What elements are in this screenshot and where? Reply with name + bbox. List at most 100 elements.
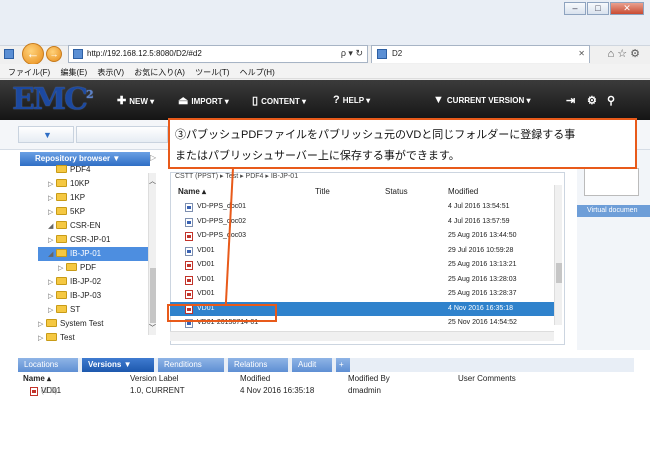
expand-icon[interactable]: ▷ <box>48 276 56 290</box>
expand-icon[interactable]: ▷ <box>48 192 56 206</box>
expand-icon[interactable]: ▷ <box>38 332 46 346</box>
menu-favorites[interactable]: お気に入り(A) <box>134 67 185 78</box>
forward-button[interactable]: → <box>46 46 62 62</box>
vh-version[interactable]: Version Label <box>130 374 178 383</box>
current-version-label: CURRENT VERSION <box>446 96 525 105</box>
home-star-gear-icons[interactable]: ⌂ ☆ ⚙ <box>608 47 640 60</box>
workspace-button[interactable] <box>76 126 168 143</box>
expand-icon[interactable]: ◢ <box>48 220 56 234</box>
expand-icon[interactable]: ▷ <box>48 178 56 192</box>
scroll-up-icon[interactable]: ︿ <box>149 176 156 186</box>
vh-modified[interactable]: Modified <box>240 374 270 383</box>
new-menu[interactable]: ✚ NEW ▾ <box>117 94 154 107</box>
menu-edit[interactable]: 編集(E) <box>60 67 87 78</box>
tree-item-label: Test <box>60 333 75 342</box>
expand-icon[interactable]: ▷ <box>58 262 66 276</box>
plus-icon: ✚ <box>117 95 127 107</box>
list-scroll-thumb[interactable] <box>556 263 562 283</box>
expand-icon[interactable]: ◢ <box>48 248 56 262</box>
page-favicon <box>4 49 14 59</box>
address-bar[interactable]: http://192.168.12.5:8080/D2/#d2 ρ ▾ ↻ <box>68 45 368 63</box>
maximize-button[interactable]: □ <box>587 2 609 15</box>
table-row[interactable]: VD01 25 Aug 2016 13:28:37 <box>170 287 555 301</box>
folder-icon <box>56 165 67 173</box>
close-button[interactable]: ✕ <box>610 2 644 15</box>
expand-icon[interactable]: ▷ <box>48 206 56 220</box>
menu-help[interactable]: ヘルプ(H) <box>240 67 275 78</box>
table-row[interactable]: VD-PPS_doc01 4 Jul 2016 13:54:51 <box>170 200 555 214</box>
tree-item[interactable]: ▷ ST <box>38 303 148 317</box>
virtual-document-header[interactable]: Virtual documen <box>577 205 650 217</box>
current-version-menu[interactable]: ▼ CURRENT VERSION ▾ <box>433 94 530 106</box>
table-row[interactable]: VD-PPS_doc02 4 Jul 2016 13:57:59 <box>170 215 555 229</box>
tab-audit[interactable]: Audit <box>292 358 332 372</box>
tab-relations[interactable]: Relations <box>228 358 288 372</box>
tree-scrollbar[interactable]: ︿ ﹀ <box>148 173 156 335</box>
pdf-file-icon <box>185 275 193 285</box>
title-bar <box>0 0 650 46</box>
tab-locations[interactable]: Locations <box>18 358 78 372</box>
tree-item[interactable]: PDF4 <box>38 163 148 177</box>
tree-item[interactable]: ◢ CSR-EN <box>38 219 148 233</box>
tab-renditions[interactable]: Renditions <box>158 358 224 372</box>
menu-tools[interactable]: ツール(T) <box>195 67 229 78</box>
row-modified: 29 Jul 2016 10:59:28 <box>448 246 514 254</box>
col-name[interactable]: Name ▴ <box>178 187 206 196</box>
import-label: IMPORT <box>191 97 223 106</box>
vh-modified-by[interactable]: Modified By <box>348 374 390 383</box>
list-hscrollbar[interactable] <box>170 331 554 341</box>
help-menu[interactable]: ? HELP ▾ <box>333 94 370 106</box>
settings-icon[interactable]: ⚙ <box>587 94 597 107</box>
tree-item[interactable]: ▷ CSR-JP-01 <box>38 233 148 247</box>
version-row[interactable]: VD01 (1.0) 1.0, CURRENT 4 Nov 2016 16:35… <box>18 386 634 398</box>
search-refresh-icon[interactable]: ρ ▾ ↻ <box>341 48 363 59</box>
document-icon: ▯ <box>252 95 259 107</box>
tree-item[interactable]: ▷ PDF <box>38 261 148 275</box>
expand-icon[interactable]: ▷ <box>48 234 56 248</box>
tree-item[interactable]: ▷ IB-JP-03 <box>38 289 148 303</box>
tree-item[interactable]: ◢ IB-JP-01 <box>38 247 148 261</box>
list-scrollbar[interactable] <box>554 185 562 325</box>
menu-file[interactable]: ファイル(F) <box>8 67 50 78</box>
logout-icon[interactable]: ⇥ <box>566 94 575 107</box>
vh-comments[interactable]: User Comments <box>458 374 516 383</box>
row-modified: 25 Aug 2016 13:44:50 <box>448 232 517 239</box>
col-status[interactable]: Status <box>385 187 408 196</box>
tree-scroll-thumb[interactable] <box>150 268 156 323</box>
tree-item[interactable]: ▷ 10KP <box>38 177 148 191</box>
tree-item[interactable]: ▷ System Test <box>38 317 148 331</box>
col-modified[interactable]: Modified <box>448 187 478 196</box>
menu-view[interactable]: 表示(V) <box>97 67 124 78</box>
scroll-down-icon[interactable]: ﹀ <box>149 323 156 333</box>
panel-arrow-icon[interactable]: ▷ <box>150 153 156 162</box>
expand-icon[interactable]: ▷ <box>48 304 56 318</box>
browser-tab[interactable]: D2 ✕ <box>371 45 590 63</box>
col-title[interactable]: Title <box>315 187 330 196</box>
row-modified: 25 Aug 2016 13:28:03 <box>448 275 517 283</box>
tree-item[interactable]: ▷ IB-JP-02 <box>38 275 148 289</box>
expand-icon[interactable]: ▷ <box>38 318 46 332</box>
tree-item[interactable]: ▷ 1KP <box>38 191 148 205</box>
folder-icon <box>56 179 67 187</box>
column-headers: Name ▴ Title Status Modified <box>170 185 555 199</box>
row-name: VD01 <box>197 246 215 254</box>
tab-close-icon[interactable]: ✕ <box>578 49 585 58</box>
row-modified: 25 Aug 2016 13:28:37 <box>448 290 517 297</box>
tree-item-label: CSR-JP-01 <box>70 235 111 244</box>
breadcrumb[interactable]: CSTT (PPST) ▸ Test ▸ PDF4 ▸ IB-JP-01 <box>175 172 298 180</box>
expand-icon[interactable]: ▷ <box>48 290 56 304</box>
row-modified: 4 Nov 2016 16:35:18 <box>448 304 513 312</box>
vh-name[interactable]: Name ▴ <box>23 374 51 383</box>
minimize-button[interactable]: – <box>564 2 586 15</box>
tab-versions[interactable]: Versions ▼ <box>82 358 154 372</box>
import-menu[interactable]: ⏏ IMPORT ▾ <box>178 94 229 107</box>
version-modified: 4 Nov 2016 16:35:18 <box>240 386 315 395</box>
back-button[interactable]: ← <box>22 43 44 65</box>
search-icon[interactable]: ⚲ <box>607 94 615 107</box>
content-menu[interactable]: ▯ CONTENT ▾ <box>252 94 306 107</box>
row-name: VD01 <box>197 275 215 283</box>
collapse-button[interactable]: ▼ <box>18 126 74 143</box>
tree-item[interactable]: ▷ Test <box>38 331 148 345</box>
tree-item[interactable]: ▷ 5KP <box>38 205 148 219</box>
tab-add[interactable]: + <box>336 358 350 372</box>
